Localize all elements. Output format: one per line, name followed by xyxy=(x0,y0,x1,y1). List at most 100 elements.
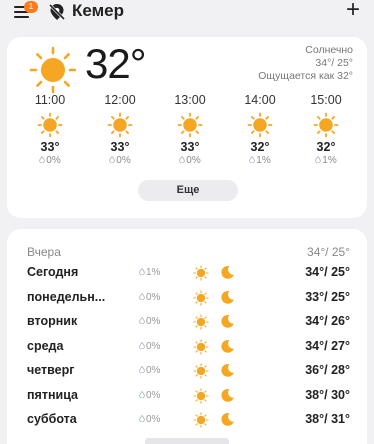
notification-badge: 1 xyxy=(24,1,38,13)
raindrop-icon xyxy=(139,292,145,300)
hour-precipitation: 1% xyxy=(301,155,351,166)
city-name[interactable]: Кемер xyxy=(72,1,124,21)
hour-time: 13:00 xyxy=(174,93,206,107)
sun-icon xyxy=(193,412,209,428)
precipitation-value: 1% xyxy=(322,155,337,166)
sun-icon xyxy=(193,289,209,306)
day-precipitation: 0% xyxy=(139,292,160,303)
sun-icon xyxy=(313,112,339,138)
hourly-forecast[interactable]: 11:00 33° 0% 12:00 33° 0% 13:00 33° 0% 1… xyxy=(7,93,367,173)
day-name: вторник xyxy=(27,314,78,328)
moon-icon xyxy=(221,290,234,304)
raindrop-icon xyxy=(39,156,46,163)
day-temperature: 34°/ 25° xyxy=(305,265,350,279)
daily-row[interactable]: четверг 0% 36°/ 28° xyxy=(7,360,367,384)
hour-temperature: 33° xyxy=(180,140,200,154)
precipitation-value: 1% xyxy=(256,155,271,166)
sun-icon xyxy=(247,112,273,138)
daily-row[interactable]: понедельн... 0% 33°/ 25° xyxy=(7,287,367,311)
precipitation-value: 0% xyxy=(146,340,161,352)
day-precipitation: 0% xyxy=(139,316,160,327)
raindrop-icon xyxy=(249,156,256,163)
day-temperature: 36°/ 28° xyxy=(305,363,350,377)
raindrop-icon xyxy=(179,156,186,163)
feels-like-text: Ощущается как 32° xyxy=(258,70,353,82)
precipitation-value: 1% xyxy=(146,267,161,278)
daily-row[interactable]: Сегодня 1% 34°/ 25° xyxy=(7,262,367,286)
sun-icon xyxy=(107,112,133,138)
scroll-handle xyxy=(145,438,229,444)
precipitation-value: 0% xyxy=(146,414,161,425)
day-name: Сегодня xyxy=(27,265,79,279)
hour-temperature: 32° xyxy=(250,140,270,154)
day-temperature: 34°/ 26° xyxy=(305,314,350,328)
precipitation-value: 0% xyxy=(146,291,161,303)
day-name: суббота xyxy=(27,412,77,426)
day-name: понедельн... xyxy=(27,289,106,304)
precipitation-value: 0% xyxy=(146,365,161,376)
day-precipitation: 0% xyxy=(139,341,160,352)
hour-precipitation: 0% xyxy=(165,155,215,166)
moon-icon xyxy=(221,265,234,279)
current-temperature: 32° xyxy=(85,40,147,87)
hour-temperature: 33° xyxy=(110,140,130,154)
current-weather-card: 32° Солнечно 34°/ 25° Ощущается как 32° … xyxy=(7,37,367,218)
sun-icon xyxy=(177,112,203,138)
day-name: пятница xyxy=(27,387,78,402)
hourly-item: 15:00 32° 1% xyxy=(301,93,351,166)
raindrop-icon xyxy=(139,415,145,422)
raindrop-icon xyxy=(315,156,322,163)
raindrop-icon xyxy=(139,390,145,398)
hour-time: 11:00 xyxy=(34,93,66,107)
day-precipitation: 1% xyxy=(139,267,160,278)
sun-icon xyxy=(37,112,63,138)
hour-temperature: 33° xyxy=(40,140,60,154)
hour-precipitation: 0% xyxy=(25,155,75,166)
daily-row[interactable]: вторник 0% 34°/ 26° xyxy=(7,311,367,335)
hourly-item: 14:00 32° 1% xyxy=(235,93,285,166)
menu-button[interactable]: 1 xyxy=(12,1,38,21)
hour-temperature: 32° xyxy=(316,140,336,154)
high-low-temperature: 34°/ 25° xyxy=(315,57,353,69)
raindrop-icon xyxy=(139,341,145,349)
yesterday-temperature: 34°/ 25° xyxy=(307,245,350,259)
hour-time: 14:00 xyxy=(244,93,276,107)
day-temperature: 34°/ 27° xyxy=(305,338,350,353)
more-button[interactable]: Еще xyxy=(138,180,238,201)
day-temperature: 38°/ 30° xyxy=(305,387,350,402)
yesterday-label: Вчера xyxy=(27,245,61,259)
moon-icon xyxy=(221,412,234,426)
day-precipitation: 0% xyxy=(139,365,160,376)
sun-icon xyxy=(193,314,209,330)
day-name: четверг xyxy=(27,363,75,377)
hourly-item: 11:00 33° 0% xyxy=(25,93,75,166)
precipitation-value: 0% xyxy=(146,389,161,401)
app-header: 1 Кемер + xyxy=(0,0,374,30)
moon-icon xyxy=(221,363,234,377)
sun-icon xyxy=(193,363,209,379)
precipitation-value: 0% xyxy=(116,155,131,166)
sun-icon xyxy=(29,46,77,94)
day-precipitation: 0% xyxy=(139,414,160,425)
moon-icon xyxy=(221,388,234,402)
day-temperature: 38°/ 31° xyxy=(305,412,350,426)
daily-row[interactable]: среда 0% 34°/ 27° xyxy=(7,336,367,360)
raindrop-icon xyxy=(109,156,116,163)
raindrop-icon xyxy=(139,268,145,275)
hourly-item: 13:00 33° 0% xyxy=(165,93,215,166)
raindrop-icon xyxy=(139,317,145,324)
day-name: среда xyxy=(27,338,64,353)
sun-icon xyxy=(193,387,209,404)
hour-precipitation: 1% xyxy=(235,155,285,166)
add-location-button[interactable]: + xyxy=(346,0,360,22)
raindrop-icon xyxy=(139,366,145,373)
location-off-icon[interactable] xyxy=(47,2,67,22)
daily-forecast-card: Вчера 34°/ 25° Сегодня 1% 34°/ 25° понед… xyxy=(7,229,367,444)
daily-row[interactable]: пятница 0% 38°/ 30° xyxy=(7,385,367,409)
precipitation-value: 0% xyxy=(146,316,161,327)
hour-precipitation: 0% xyxy=(95,155,145,166)
menu-icon-line xyxy=(14,16,29,18)
precipitation-value: 0% xyxy=(46,155,61,166)
daily-row[interactable]: суббота 0% 38°/ 31° xyxy=(7,409,367,433)
moon-icon xyxy=(221,339,234,353)
